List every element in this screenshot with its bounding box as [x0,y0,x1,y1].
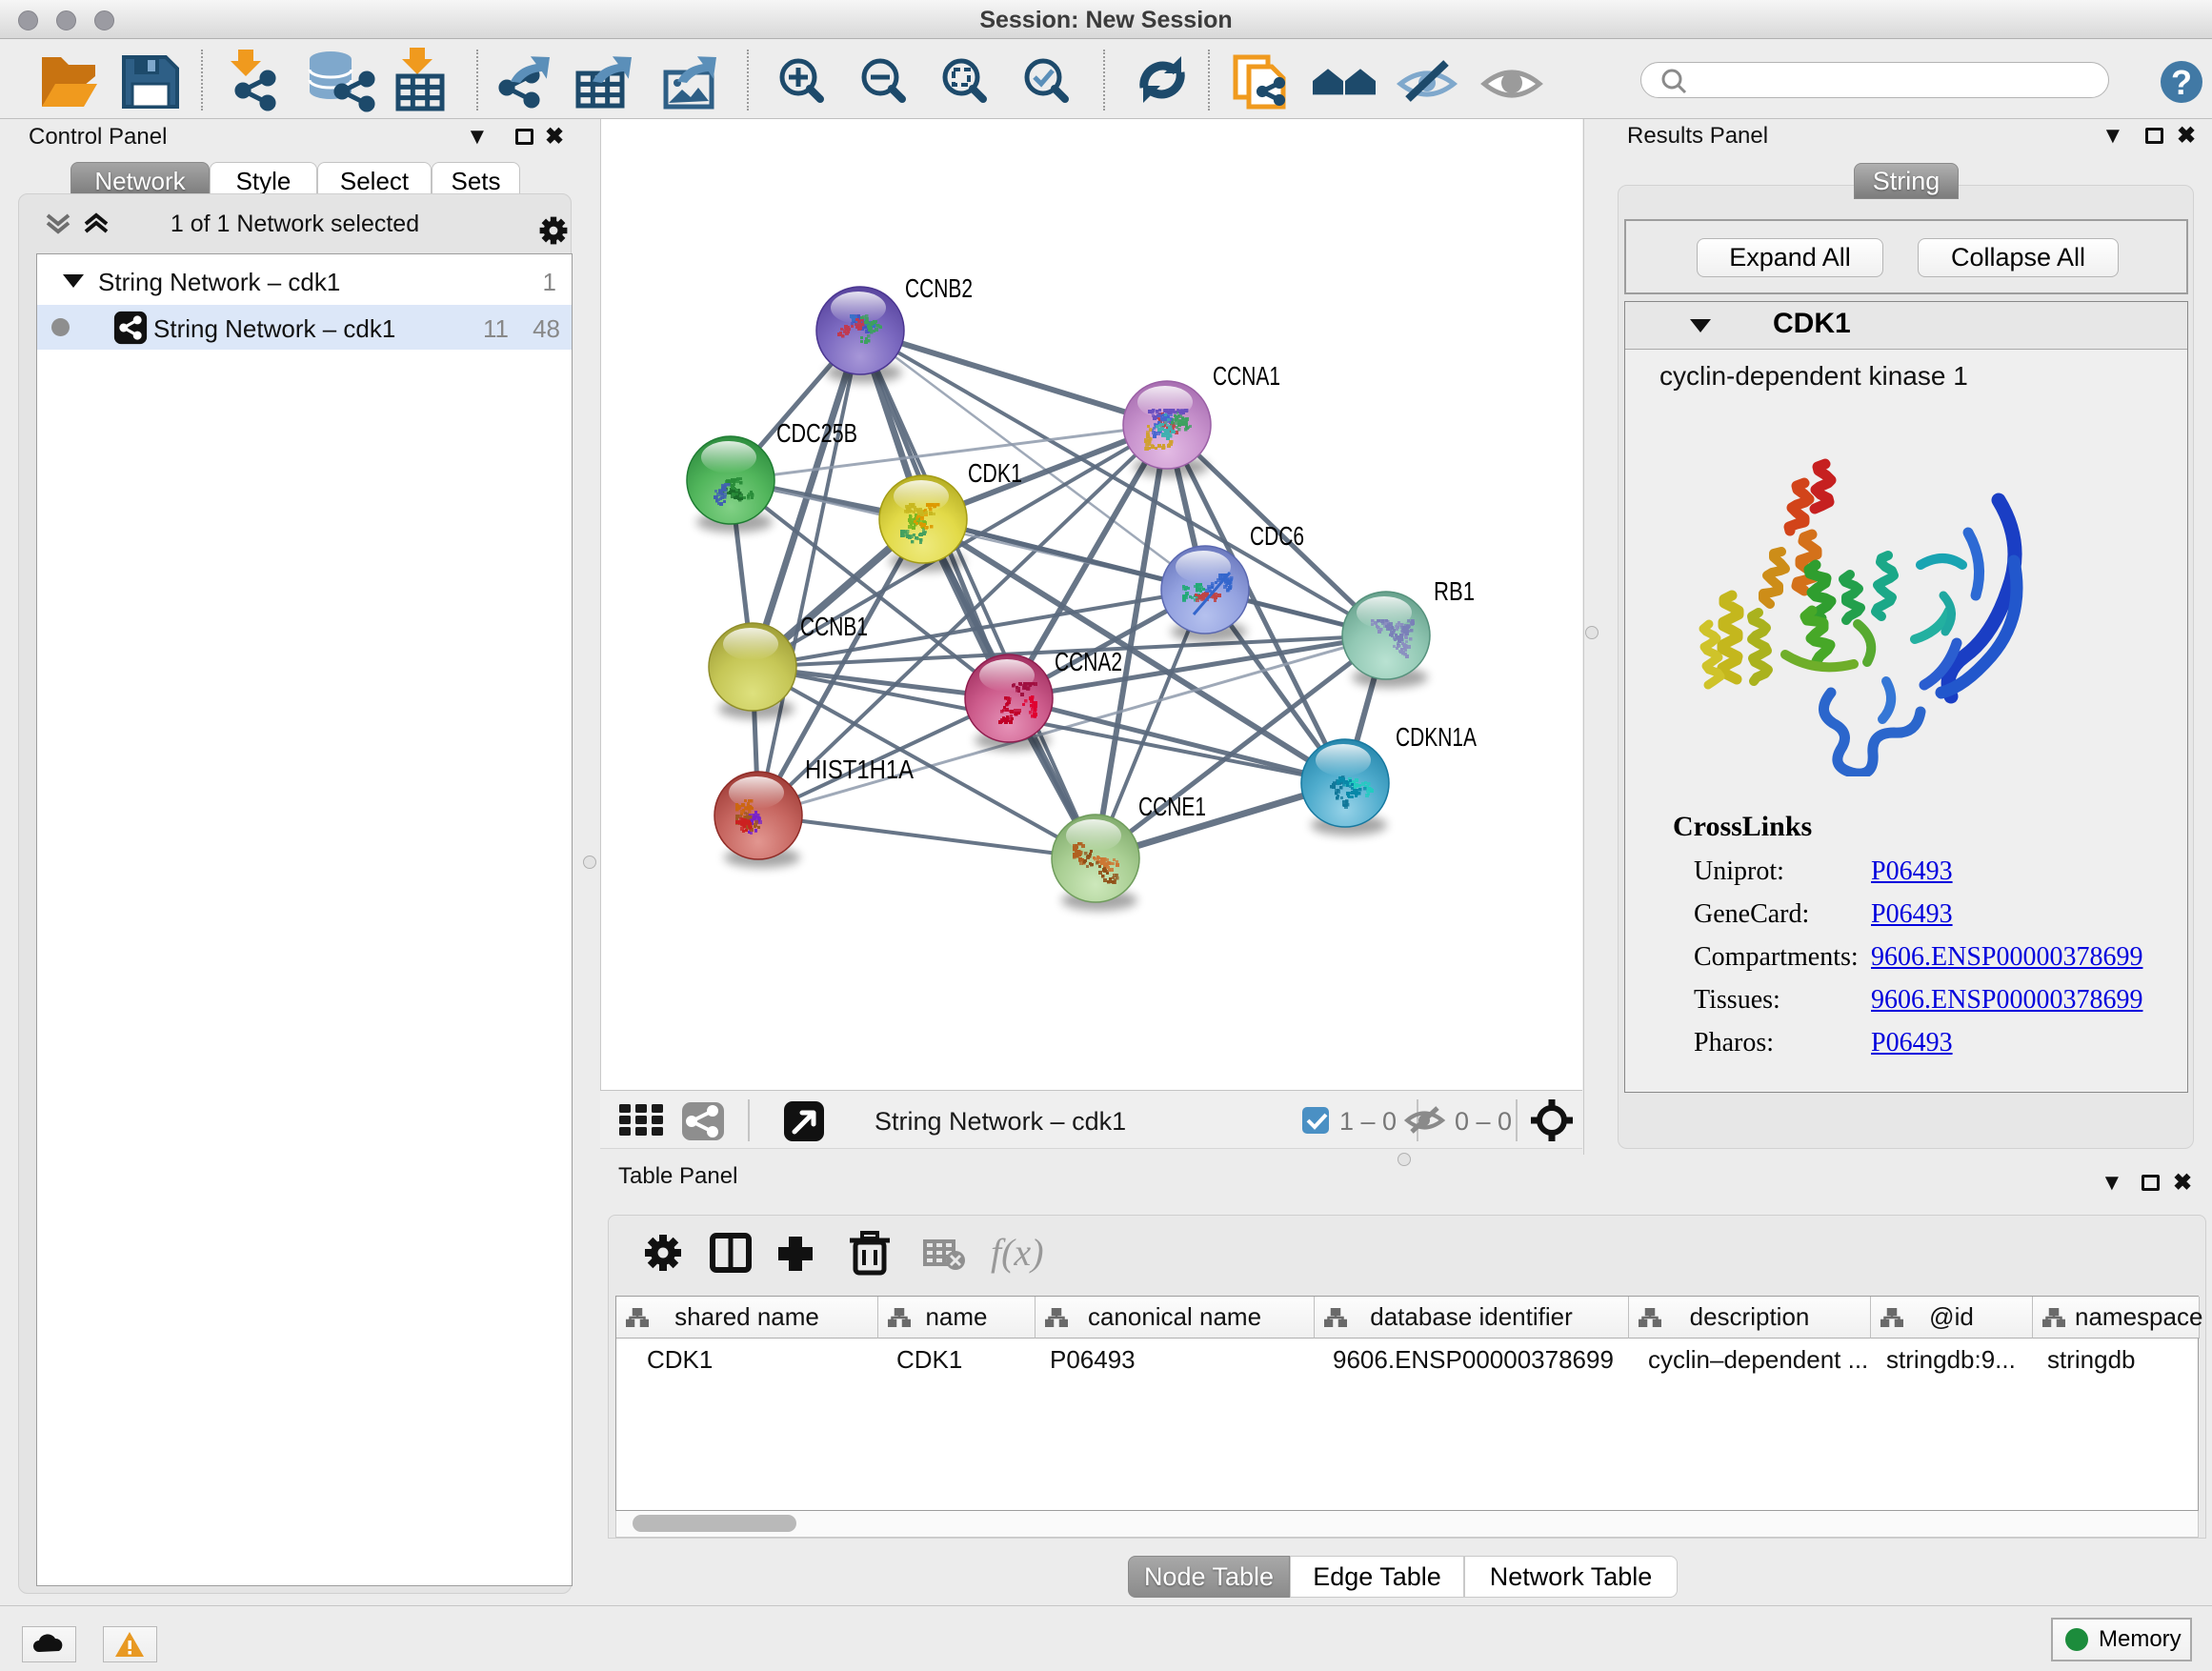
svg-text:CDKN1A: CDKN1A [1396,722,1477,752]
svg-text:CDC25B: CDC25B [776,418,857,448]
svg-text:RB1: RB1 [1434,576,1475,606]
svg-text:CCNE1: CCNE1 [1138,792,1206,821]
svg-text:CCNB2: CCNB2 [905,273,973,303]
svg-text:String Network – cdk1: String Network – cdk1 [875,1107,1126,1136]
svg-text:1 – 0: 1 – 0 [1339,1107,1397,1136]
svg-text:0 – 0: 0 – 0 [1455,1107,1512,1136]
svg-text:HIST1H1A: HIST1H1A [805,755,914,784]
svg-text:CCNB1: CCNB1 [800,612,868,641]
svg-text:CCNA1: CCNA1 [1213,361,1280,391]
svg-text:CCNA2: CCNA2 [1055,647,1122,676]
svg-text:CDK1: CDK1 [968,458,1022,488]
svg-text:CDC6: CDC6 [1250,521,1304,551]
svg-text:?: ? [2171,63,2192,102]
svg-text:f(x): f(x) [991,1231,1044,1274]
